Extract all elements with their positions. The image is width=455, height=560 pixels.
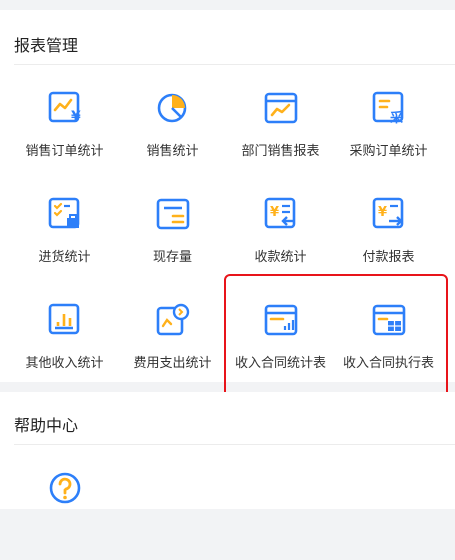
section-title-report: 报表管理 (14, 36, 79, 55)
tile-label: 采购订单统计 (349, 144, 428, 159)
tile-other-income-stats[interactable]: 其他收入统计 (8, 302, 121, 392)
svg-text:¥: ¥ (71, 109, 81, 125)
divider (14, 444, 455, 445)
receipt-icon: ¥ (263, 196, 299, 232)
tile-department-report[interactable]: 部门销售报表 (224, 90, 337, 180)
tile-label: 部门销售报表 (241, 144, 320, 159)
section-title-help: 帮助中心 (14, 416, 79, 435)
inventory-icon (155, 196, 191, 232)
tile-label: 现存量 (152, 250, 192, 265)
help-center-card: 帮助中心 (0, 392, 455, 509)
tile-label: 付款报表 (362, 250, 415, 265)
tile-income-contract-stats[interactable]: 收入合同统计表 (224, 302, 337, 392)
tile-sales-order-stats[interactable]: ¥ 销售订单统计 (8, 90, 121, 180)
purchase-order-icon: 采 (371, 90, 407, 126)
tile-label: 收入合同统计表 (234, 356, 326, 371)
tile-expense-stats[interactable]: 费用支出统计 (116, 302, 229, 392)
tile-receipt-stats[interactable]: ¥ 收款统计 (224, 196, 337, 286)
tile-help[interactable] (8, 470, 121, 560)
pie-chart-icon (155, 90, 191, 126)
question-icon (47, 470, 83, 506)
tile-purchase-order-stats[interactable]: 采 采购订单统计 (332, 90, 445, 180)
payment-icon: ¥ (371, 196, 407, 232)
tile-label: 销售统计 (146, 144, 199, 159)
tile-income-contract-execution[interactable]: 收入合同执行表 (332, 302, 445, 392)
tile-stock-in-stats[interactable]: 进货统计 (8, 196, 121, 286)
divider (14, 64, 455, 65)
expense-icon (155, 302, 191, 338)
tile-label: 收入合同执行表 (342, 356, 434, 371)
tile-payment-report[interactable]: ¥ 付款报表 (332, 196, 445, 286)
contract-execution-icon (371, 302, 407, 338)
tile-label: 销售订单统计 (25, 144, 104, 159)
svg-text:采: 采 (389, 110, 404, 126)
svg-text:¥: ¥ (270, 205, 279, 220)
contract-stats-icon (263, 302, 299, 338)
tile-label: 其他收入统计 (25, 356, 104, 371)
report-management-card: 报表管理 ¥ 销售订单统计 销售统计 部门销售报表 采 采购订单统计 进货统计 … (0, 10, 455, 382)
tile-label: 进货统计 (38, 250, 91, 265)
tile-sales-stats[interactable]: 销售统计 (116, 90, 229, 180)
sales-order-stats-icon: ¥ (47, 90, 83, 126)
bar-chart-icon (47, 302, 83, 338)
tile-label: 收款统计 (254, 250, 307, 265)
tile-label: 费用支出统计 (133, 356, 212, 371)
top-strip (0, 0, 455, 10)
stock-in-icon (47, 196, 83, 232)
tile-inventory[interactable]: 现存量 (116, 196, 229, 286)
svg-text:¥: ¥ (378, 205, 387, 220)
department-report-icon (263, 90, 299, 126)
